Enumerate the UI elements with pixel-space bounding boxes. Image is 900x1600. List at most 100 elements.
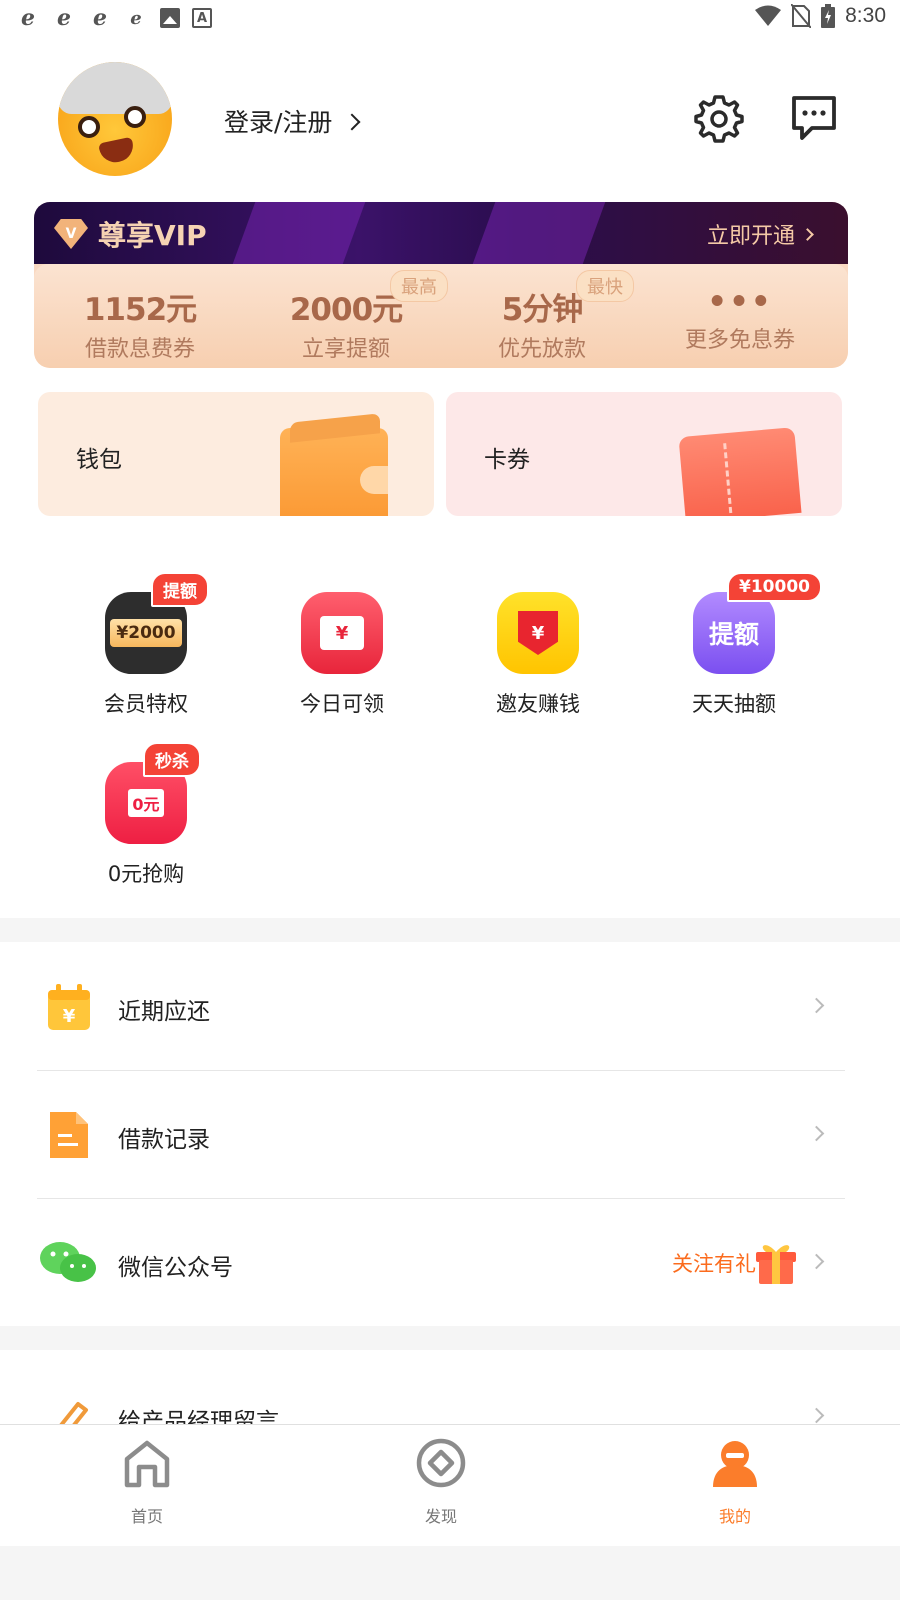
vip-stripe <box>472 202 606 264</box>
list-item-loan-records[interactable]: 借款记录 <box>0 1070 900 1198</box>
perk-label: 借款息费券 <box>84 337 195 362</box>
follow-gift-text: 关注有礼 <box>672 1252 756 1276</box>
vip-perk-more[interactable]: ••• 更多免息券 <box>640 284 840 354</box>
chevron-right-icon <box>343 113 361 131</box>
notification-icons: e e e e A <box>16 5 212 31</box>
section-divider <box>0 1326 900 1350</box>
more-dots-icon: ••• <box>707 284 773 320</box>
feature-today-claim[interactable]: ¥ 今日可领 <box>262 592 422 718</box>
shopping-cart-icon: 0元 秒杀 <box>105 742 201 844</box>
chevron-right-icon <box>808 997 825 1014</box>
wallet-label: 钱包 <box>76 447 122 473</box>
nav-mine[interactable]: 我的 <box>675 1437 795 1527</box>
list-label: 借款记录 <box>118 1127 210 1153</box>
feature-label: 邀友赚钱 <box>496 692 580 716</box>
ie-browser-icon: e <box>21 5 35 31</box>
nav-label: 发现 <box>424 1507 457 1526</box>
list-label: 近期应还 <box>118 999 210 1025</box>
section-divider <box>0 918 900 942</box>
envelope-yen: ¥ <box>320 616 364 650</box>
ie-browser-icon: e <box>57 5 71 31</box>
avatar-eye-left <box>78 116 100 138</box>
no-sim-icon <box>791 4 812 28</box>
ie-browser-icon: e <box>93 5 107 31</box>
shield-yen: ¥ <box>518 611 558 655</box>
user-icon <box>713 1441 757 1487</box>
vip-stripe <box>232 202 366 264</box>
feature-label: 今日可领 <box>300 692 384 716</box>
nav-label: 我的 <box>718 1507 751 1526</box>
feature-invite-earn[interactable]: ¥ 邀友赚钱 <box>458 592 618 718</box>
wallet-icon <box>280 428 388 516</box>
perk-label: 优先放款 <box>497 337 586 362</box>
home-icon <box>124 1440 170 1488</box>
nav-label: 首页 <box>130 1507 163 1526</box>
wechat-icon <box>40 1242 96 1282</box>
vip-perks: 1152元 借款息费券 2000元 立享提额 最高 5分钟 优先放款 最快 ••… <box>34 264 848 368</box>
chat-bubble-icon[interactable] <box>790 94 838 142</box>
vip-title: V 尊享VIP <box>54 214 207 254</box>
avatar-mouth <box>98 136 136 166</box>
member-ticket-text: ¥2000 <box>110 619 182 647</box>
vip-perk: 1152元 借款息费券 <box>40 284 240 363</box>
feature-label: 会员特权 <box>104 692 188 716</box>
list-item-upcoming-repayment[interactable]: ¥ 近期应还 <box>0 942 900 1070</box>
ie-browser-icon: e <box>130 7 142 29</box>
avatar[interactable] <box>58 62 172 176</box>
lottery-icon: 提额 ¥10000 <box>693 572 822 674</box>
feature-zero-yuan-buy[interactable]: 0元 秒杀 0元抢购 <box>66 742 226 888</box>
gift-icon <box>756 1245 796 1284</box>
text-a-icon: A <box>192 8 212 28</box>
login-register-link[interactable]: 登录/注册 <box>224 103 361 139</box>
coupon-label: 卡券 <box>484 447 530 473</box>
avatar-eye-right <box>124 106 146 128</box>
badge: ¥10000 <box>727 572 822 602</box>
perk-label: 立享提额 <box>301 337 390 362</box>
cart-text: 0元 <box>128 789 164 817</box>
gear-icon[interactable] <box>694 94 744 144</box>
image-icon <box>160 8 180 28</box>
battery-charging-icon <box>821 4 836 28</box>
perk-label: 更多免息券 <box>684 328 795 353</box>
lottery-text: 提额 <box>708 620 759 649</box>
calendar-yen-icon: ¥ <box>48 984 90 1030</box>
wifi-icon <box>755 5 782 26</box>
chevron-right-icon <box>801 227 814 241</box>
perk-tag: 最快 <box>576 270 634 302</box>
chevron-right-icon <box>808 1125 825 1142</box>
status-bar: e e e e A 8:30 <box>0 0 900 36</box>
feature-label: 天天抽额 <box>692 692 776 716</box>
vip-card[interactable]: V 尊享VIP 立即开通 1152元 借款息费券 2000元 立享提额 最高 5… <box>34 202 848 368</box>
perk-value: 1152元 <box>83 292 197 328</box>
feature-member-privilege[interactable]: ¥2000 提额 会员特权 <box>66 572 226 718</box>
badge: 提额 <box>151 572 209 607</box>
system-icons: 8:30 <box>755 4 886 28</box>
wallet-card[interactable]: 钱包 <box>38 392 434 516</box>
perk-tag: 最高 <box>390 270 448 302</box>
coupon-card[interactable]: 卡券 <box>446 392 842 516</box>
chevron-right-icon <box>808 1253 825 1270</box>
red-envelope-icon: ¥ <box>301 592 383 674</box>
nav-discover[interactable]: 发现 <box>381 1437 501 1527</box>
vip-header: V 尊享VIP 立即开通 <box>34 202 848 264</box>
vip-title-text: 尊享VIP <box>98 219 207 252</box>
feature-label: 0元抢购 <box>107 862 185 886</box>
vip-badge-letter: V <box>65 226 77 242</box>
svg-text:¥: ¥ <box>63 1006 76 1027</box>
list-item-wechat-account[interactable]: 微信公众号 关注有礼 <box>0 1198 900 1326</box>
member-ticket-icon: ¥2000 提额 <box>105 572 209 674</box>
vip-open-label: 立即开通 <box>706 224 795 249</box>
invite-shield-icon: ¥ <box>497 592 579 674</box>
diamond-icon: V <box>54 219 88 249</box>
chevron-right-icon <box>808 1407 825 1424</box>
system-nav-area <box>0 1546 900 1600</box>
list-label: 微信公众号 <box>118 1255 233 1281</box>
compass-icon <box>416 1438 466 1488</box>
clock: 8:30 <box>845 4 886 27</box>
avatar-hair <box>58 62 172 114</box>
vip-open-button[interactable]: 立即开通 <box>706 218 814 250</box>
bottom-nav: 首页 发现 我的 <box>0 1424 900 1546</box>
document-icon <box>50 1112 88 1158</box>
nav-home[interactable]: 首页 <box>87 1437 207 1527</box>
feature-daily-lottery[interactable]: 提额 ¥10000 天天抽额 <box>654 572 822 718</box>
